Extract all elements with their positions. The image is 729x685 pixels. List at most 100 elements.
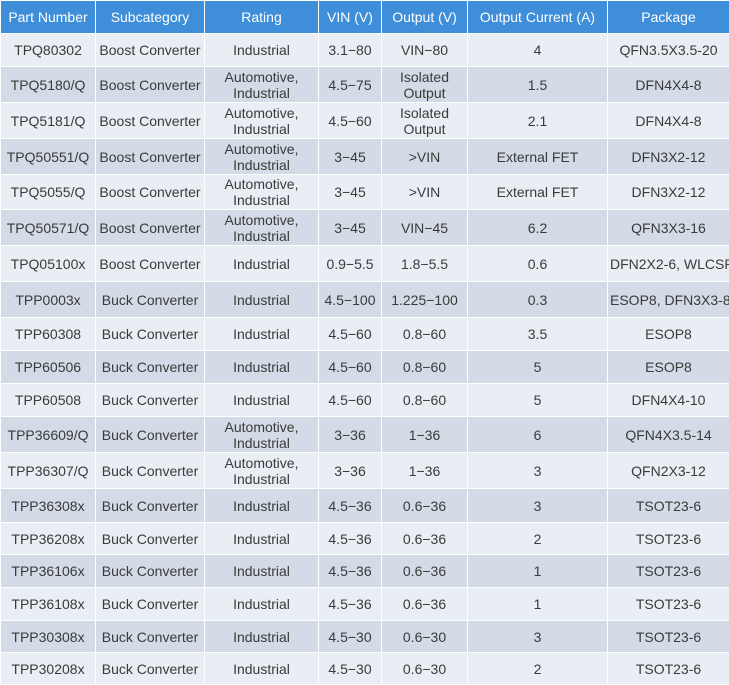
table-row[interactable]: TPP30308xBuck ConverterIndustrial4.5−300… xyxy=(1,621,729,653)
table-row[interactable]: TPP36308xBuck ConverterIndustrial4.5−360… xyxy=(1,489,729,523)
table-row[interactable]: TPQ5055/QBoost ConverterAutomotive, Indu… xyxy=(1,175,729,210)
column-header-vin[interactable]: VIN (V) xyxy=(319,1,382,34)
rating-cell: Industrial xyxy=(205,282,319,318)
package-cell: TSOT23-6 xyxy=(608,621,729,653)
part-number-cell: TPP30208x xyxy=(1,653,96,685)
part-number-cell: TPQ50551/Q xyxy=(1,139,96,175)
subcategory-cell: Buck Converter xyxy=(96,653,205,685)
vin-cell: 3−45 xyxy=(319,210,382,246)
table-row[interactable]: TPP60508Buck ConverterIndustrial4.5−600.… xyxy=(1,384,729,417)
vin-cell: 4.5−75 xyxy=(319,67,382,103)
part-number-cell: TPP60506 xyxy=(1,351,96,384)
package-cell: ESOP8, DFN3X3-8 xyxy=(608,282,729,318)
vin-cell: 3−36 xyxy=(319,417,382,453)
output-current-cell: 6.2 xyxy=(468,210,608,246)
vin-cell: 4.5−36 xyxy=(319,588,382,621)
output-voltage-cell: 0.6−36 xyxy=(382,523,468,555)
table-row[interactable]: TPQ50571/QBoost ConverterAutomotive, Ind… xyxy=(1,210,729,246)
subcategory-cell: Buck Converter xyxy=(96,282,205,318)
column-header-part-number[interactable]: Part Number xyxy=(1,1,96,34)
package-cell: TSOT23-6 xyxy=(608,523,729,555)
table-row[interactable]: TPP36307/QBuck ConverterAutomotive, Indu… xyxy=(1,453,729,489)
subcategory-cell: Buck Converter xyxy=(96,453,205,489)
vin-cell: 3−36 xyxy=(319,453,382,489)
column-header-subcategory[interactable]: Subcategory xyxy=(96,1,205,34)
table-header: Part Number Subcategory Rating VIN (V) O… xyxy=(1,1,729,34)
table-row[interactable]: TPP60308Buck ConverterIndustrial4.5−600.… xyxy=(1,318,729,351)
subcategory-cell: Boost Converter xyxy=(96,139,205,175)
part-number-cell: TPP60308 xyxy=(1,318,96,351)
rating-cell: Industrial xyxy=(205,621,319,653)
vin-cell: 4.5−36 xyxy=(319,489,382,523)
table-row[interactable]: TPP36609/QBuck ConverterAutomotive, Indu… xyxy=(1,417,729,453)
column-header-output-voltage[interactable]: Output (V) xyxy=(382,1,468,34)
package-cell: DFN4X4-8 xyxy=(608,67,729,103)
rating-cell: Automotive, Industrial xyxy=(205,139,319,175)
package-cell: DFN4X4-8 xyxy=(608,103,729,139)
subcategory-cell: Buck Converter xyxy=(96,588,205,621)
rating-cell: Industrial xyxy=(205,318,319,351)
table-row[interactable]: TPP0003xBuck ConverterIndustrial4.5−1001… xyxy=(1,282,729,318)
package-cell: QFN4X3.5-14 xyxy=(608,417,729,453)
output-current-cell: 6 xyxy=(468,417,608,453)
package-cell: TSOT23-6 xyxy=(608,653,729,685)
output-current-cell: 0.3 xyxy=(468,282,608,318)
product-spec-table: Part Number Subcategory Rating VIN (V) O… xyxy=(0,0,729,685)
table-row[interactable]: TPP36208xBuck ConverterIndustrial4.5−360… xyxy=(1,523,729,555)
part-number-cell: TPP30308x xyxy=(1,621,96,653)
output-current-cell: 5 xyxy=(468,351,608,384)
table-row[interactable]: TPQ50551/QBoost ConverterAutomotive, Ind… xyxy=(1,139,729,175)
package-cell: TSOT23-6 xyxy=(608,489,729,523)
table-row[interactable]: TPQ5181/QBoost ConverterAutomotive, Indu… xyxy=(1,103,729,139)
output-voltage-cell: 0.8−60 xyxy=(382,318,468,351)
subcategory-cell: Boost Converter xyxy=(96,210,205,246)
subcategory-cell: Buck Converter xyxy=(96,621,205,653)
output-current-cell: 2 xyxy=(468,523,608,555)
part-number-cell: TPQ5181/Q xyxy=(1,103,96,139)
table-row[interactable]: TPP30208xBuck ConverterIndustrial4.5−300… xyxy=(1,653,729,685)
table-row[interactable]: TPP60506Buck ConverterIndustrial4.5−600.… xyxy=(1,351,729,384)
package-cell: ESOP8 xyxy=(608,351,729,384)
vin-cell: 4.5−60 xyxy=(319,351,382,384)
column-header-package[interactable]: Package xyxy=(608,1,729,34)
output-current-cell: 3.5 xyxy=(468,318,608,351)
subcategory-cell: Boost Converter xyxy=(96,34,205,67)
rating-cell: Industrial xyxy=(205,246,319,282)
table-row[interactable]: TPP36106xBuck ConverterIndustrial4.5−360… xyxy=(1,555,729,588)
package-cell: TSOT23-6 xyxy=(608,555,729,588)
subcategory-cell: Buck Converter xyxy=(96,351,205,384)
rating-cell: Industrial xyxy=(205,523,319,555)
table-row[interactable]: TPQ5180/QBoost ConverterAutomotive, Indu… xyxy=(1,67,729,103)
output-voltage-cell: 1.8−5.5 xyxy=(382,246,468,282)
subcategory-cell: Boost Converter xyxy=(96,67,205,103)
rating-cell: Industrial xyxy=(205,653,319,685)
output-current-cell: 3 xyxy=(468,621,608,653)
package-cell: ESOP8 xyxy=(608,318,729,351)
column-header-rating[interactable]: Rating xyxy=(205,1,319,34)
part-number-cell: TPP0003x xyxy=(1,282,96,318)
package-cell: DFN4X4-10 xyxy=(608,384,729,417)
rating-cell: Industrial xyxy=(205,351,319,384)
part-number-cell: TPQ50571/Q xyxy=(1,210,96,246)
output-voltage-cell: 1.225−100 xyxy=(382,282,468,318)
rating-cell: Industrial xyxy=(205,34,319,67)
column-header-output-current[interactable]: Output Current (A) xyxy=(468,1,608,34)
subcategory-cell: Buck Converter xyxy=(96,417,205,453)
package-cell: QFN2X3-12 xyxy=(608,453,729,489)
package-cell: QFN3X3-16 xyxy=(608,210,729,246)
table-row[interactable]: TPQ05100xBoost ConverterIndustrial0.9−5.… xyxy=(1,246,729,282)
table-body: TPQ80302Boost ConverterIndustrial3.1−80V… xyxy=(1,34,729,685)
output-voltage-cell: >VIN xyxy=(382,175,468,210)
subcategory-cell: Buck Converter xyxy=(96,318,205,351)
output-current-cell: 2.1 xyxy=(468,103,608,139)
rating-cell: Industrial xyxy=(205,489,319,523)
package-cell: TSOT23-6 xyxy=(608,588,729,621)
vin-cell: 3−45 xyxy=(319,139,382,175)
vin-cell: 0.9−5.5 xyxy=(319,246,382,282)
vin-cell: 4.5−60 xyxy=(319,318,382,351)
output-voltage-cell: 1−36 xyxy=(382,417,468,453)
table-row[interactable]: TPP36108xBuck ConverterIndustrial4.5−360… xyxy=(1,588,729,621)
part-number-cell: TPQ05100x xyxy=(1,246,96,282)
table-row[interactable]: TPQ80302Boost ConverterIndustrial3.1−80V… xyxy=(1,34,729,67)
output-current-cell: 1 xyxy=(468,588,608,621)
